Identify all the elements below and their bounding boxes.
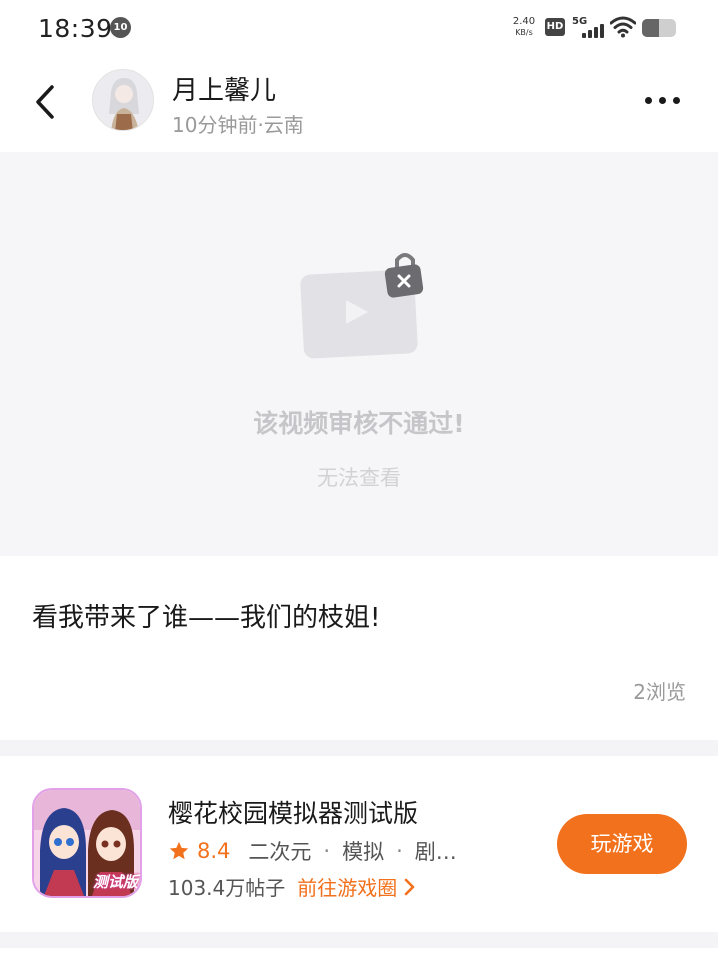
game-icon-badge: 测试版 (92, 873, 138, 891)
status-bar: 18:39 10 2.40 KB/s HD 5G (0, 0, 718, 56)
game-rating: 8.4 (197, 839, 231, 863)
more-dot (672, 96, 680, 104)
more-dot (644, 96, 652, 104)
chevron-left-icon (36, 85, 54, 119)
section-divider (0, 740, 718, 756)
more-button[interactable] (636, 82, 688, 118)
network-speed-unit: KB/s (515, 28, 533, 37)
video-placeholder: 该视频审核不通过! 无法查看 (0, 152, 718, 556)
hd-icon: HD (545, 18, 565, 36)
wifi-icon (610, 16, 636, 38)
battery-icon (642, 19, 676, 37)
game-tag: 二次元 (248, 840, 312, 864)
tag-separator: · (323, 839, 331, 863)
signal-icon: 5G (572, 16, 604, 40)
tag-separator: · (396, 839, 403, 863)
notification-badge: 10 (110, 17, 131, 38)
post-header: 月上馨儿 10分钟前·云南 (0, 56, 718, 152)
locked-video-icon (300, 253, 424, 359)
star-icon (169, 841, 189, 860)
go-to-game-circle-link[interactable]: 前往游戏圈 (297, 872, 415, 901)
post-content: 看我带来了谁——我们的枝姐! (32, 603, 381, 633)
game-title[interactable]: 樱花校园模拟器测试版 (168, 794, 418, 830)
game-card[interactable]: 测试版 樱花校园模拟器测试版 8.4 二次元 · 模拟 · 剧… 103.4万帖… (0, 756, 718, 932)
go-to-game-circle-label: 前往游戏圈 (297, 876, 398, 900)
video-blocked-message: 该视频审核不通过! (253, 409, 465, 438)
network-speed-value: 2.40 (512, 16, 536, 27)
game-rating-row: 8.4 二次元 · 模拟 · 剧… (168, 836, 457, 866)
game-posts-row: 103.4万帖子 前往游戏圈 (168, 872, 415, 901)
author-avatar[interactable] (92, 69, 154, 131)
network-speed: 2.40 KB/s (506, 16, 542, 38)
game-posts-count: 103.4万帖子 (168, 876, 286, 900)
chevron-right-icon (404, 878, 415, 895)
video-blocked-submessage: 无法查看 (317, 466, 401, 490)
view-count: 2浏览 (633, 680, 686, 704)
author-name[interactable]: 月上馨儿 (172, 70, 276, 107)
status-time: 18:39 (38, 14, 113, 43)
section-divider (0, 932, 718, 948)
play-game-button[interactable]: 玩游戏 (557, 814, 687, 874)
game-tag: 模拟 (342, 840, 385, 864)
more-dot (658, 96, 666, 104)
game-tag: 剧… (414, 840, 457, 864)
post-meta: 10分钟前·云南 (172, 113, 304, 137)
game-icon[interactable]: 测试版 (32, 788, 142, 898)
back-button[interactable] (28, 82, 64, 122)
